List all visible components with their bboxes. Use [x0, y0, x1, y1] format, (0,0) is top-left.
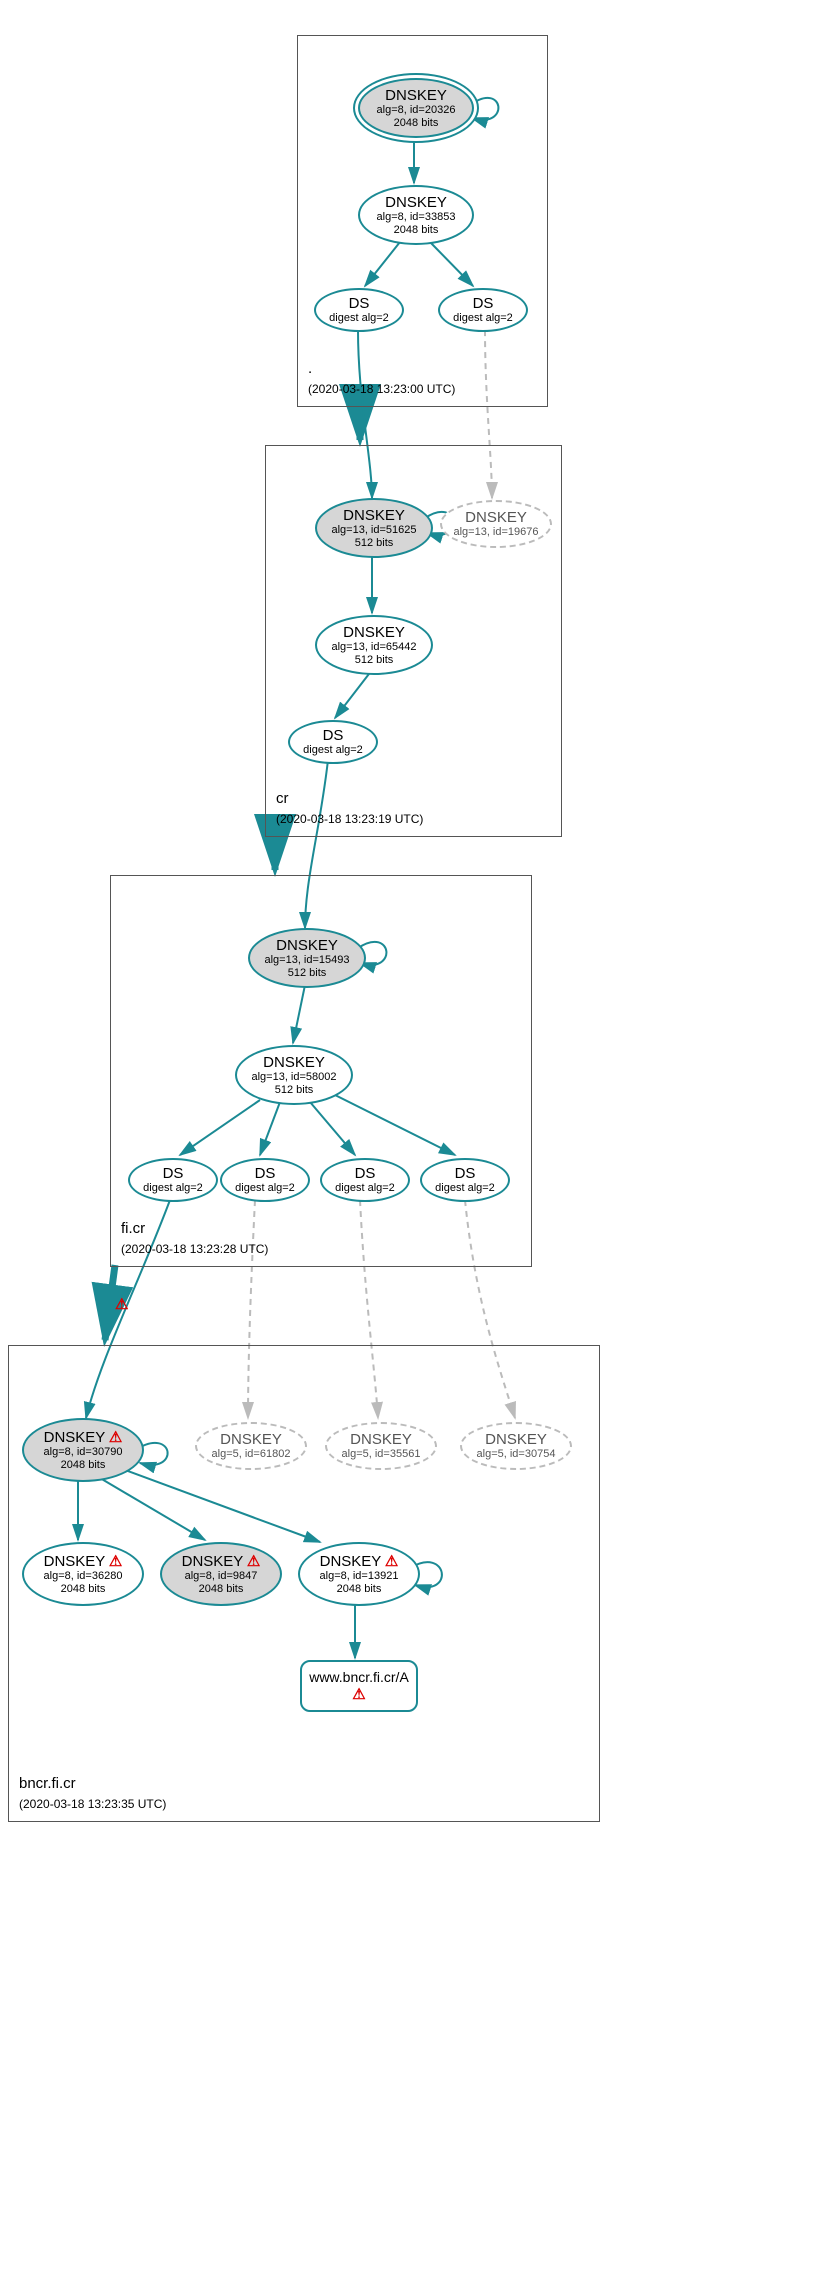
- node-bncr-rr: www.bncr.fi.cr/A ⚠: [300, 1660, 418, 1712]
- node-cr-zsk-sub1: alg=13, id=65442: [331, 641, 416, 654]
- node-bncr-d2: DNSKEY alg=5, id=35561: [325, 1422, 437, 1470]
- node-root-ds2-title: DS: [473, 295, 494, 312]
- node-root-ds2-sub: digest alg=2: [453, 312, 513, 325]
- node-cr-zsk: DNSKEY alg=13, id=65442 512 bits: [315, 615, 433, 675]
- node-bncr-d3: DNSKEY alg=5, id=30754: [460, 1422, 572, 1470]
- node-cr-zsk-title: DNSKEY: [343, 624, 405, 641]
- node-cr-ds-sub: digest alg=2: [303, 744, 363, 757]
- node-ficr-ksk-sub2: 512 bits: [288, 967, 327, 980]
- node-cr-zsk-sub2: 512 bits: [355, 654, 394, 667]
- node-cr-ksk-sub1: alg=13, id=51625: [331, 524, 416, 537]
- zone-root-label: . (2020-03-18 13:23:00 UTC): [308, 359, 455, 398]
- zone-ficr-name: fi.cr: [121, 1220, 145, 1237]
- warn-icon: ⚠: [247, 1553, 260, 1570]
- node-cr-ksk: DNSKEY alg=13, id=51625 512 bits: [315, 498, 433, 558]
- node-root-ds1-title: DS: [349, 295, 370, 312]
- node-ficr-ksk-sub1: alg=13, id=15493: [264, 954, 349, 967]
- node-ficr-zsk-sub1: alg=13, id=58002: [251, 1071, 336, 1084]
- node-cr-extra-sub: alg=13, id=19676: [453, 526, 538, 539]
- node-ficr-ds4: DS digest alg=2: [420, 1158, 510, 1202]
- zone-cr-ts: (2020-03-18 13:23:19 UTC): [276, 812, 423, 826]
- zone-bncr-name: bncr.fi.cr: [19, 1775, 76, 1792]
- node-cr-ds-title: DS: [323, 727, 344, 744]
- zone-cr-name: cr: [276, 790, 289, 807]
- node-ficr-zsk-sub2: 512 bits: [275, 1084, 314, 1097]
- zone-ficr-ts: (2020-03-18 13:23:28 UTC): [121, 1242, 268, 1256]
- node-root-zsk: DNSKEY alg=8, id=33853 2048 bits: [358, 185, 474, 245]
- zone-bncr-label: bncr.fi.cr (2020-03-18 13:23:35 UTC): [19, 1774, 166, 1813]
- node-bncr-ksk: DNSKEY ⚠ alg=8, id=30790 2048 bits: [22, 1418, 144, 1482]
- node-root-zsk-sub1: alg=8, id=33853: [377, 211, 456, 224]
- node-root-zsk-title: DNSKEY: [385, 194, 447, 211]
- node-cr-ds: DS digest alg=2: [288, 720, 378, 764]
- node-root-ksk-title: DNSKEY: [385, 87, 447, 104]
- node-cr-extra-title: DNSKEY: [465, 509, 527, 526]
- node-cr-extra: DNSKEY alg=13, id=19676: [440, 500, 552, 548]
- node-root-ksk: DNSKEY alg=8, id=20326 2048 bits: [358, 78, 474, 138]
- node-root-ds1: DS digest alg=2: [314, 288, 404, 332]
- warn-icon-zoneedge: ⚠: [115, 1295, 128, 1313]
- node-root-ds2: DS digest alg=2: [438, 288, 528, 332]
- node-ficr-zsk-title: DNSKEY: [263, 1054, 325, 1071]
- zone-root-ts: (2020-03-18 13:23:00 UTC): [308, 382, 455, 396]
- node-bncr-k1: DNSKEY ⚠ alg=8, id=36280 2048 bits: [22, 1542, 144, 1606]
- warn-icon: ⚠: [109, 1429, 122, 1446]
- zone-root-name: .: [308, 360, 312, 377]
- warn-icon: ⚠: [352, 1685, 365, 1703]
- node-ficr-zsk: DNSKEY alg=13, id=58002 512 bits: [235, 1045, 353, 1105]
- zone-cr-label: cr (2020-03-18 13:23:19 UTC): [276, 789, 423, 828]
- node-ficr-ds2: DS digest alg=2: [220, 1158, 310, 1202]
- node-bncr-k3: DNSKEY ⚠ alg=8, id=13921 2048 bits: [298, 1542, 420, 1606]
- node-ficr-ksk: DNSKEY alg=13, id=15493 512 bits: [248, 928, 366, 988]
- node-cr-ksk-title: DNSKEY: [343, 507, 405, 524]
- node-ficr-ksk-title: DNSKEY: [276, 937, 338, 954]
- node-ficr-ds1: DS digest alg=2: [128, 1158, 218, 1202]
- node-root-ds1-sub: digest alg=2: [329, 312, 389, 325]
- zone-ficr-label: fi.cr (2020-03-18 13:23:28 UTC): [121, 1219, 268, 1258]
- warn-icon: ⚠: [109, 1553, 122, 1570]
- node-bncr-d1: DNSKEY alg=5, id=61802: [195, 1422, 307, 1470]
- node-root-zsk-sub2: 2048 bits: [394, 224, 439, 237]
- warn-icon: ⚠: [385, 1553, 398, 1570]
- node-bncr-k2: DNSKEY ⚠ alg=8, id=9847 2048 bits: [160, 1542, 282, 1606]
- node-root-ksk-sub1: alg=8, id=20326: [377, 104, 456, 117]
- node-root-ksk-sub2: 2048 bits: [394, 117, 439, 130]
- node-ficr-ds3: DS digest alg=2: [320, 1158, 410, 1202]
- node-cr-ksk-sub2: 512 bits: [355, 537, 394, 550]
- zone-bncr-ts: (2020-03-18 13:23:35 UTC): [19, 1797, 166, 1811]
